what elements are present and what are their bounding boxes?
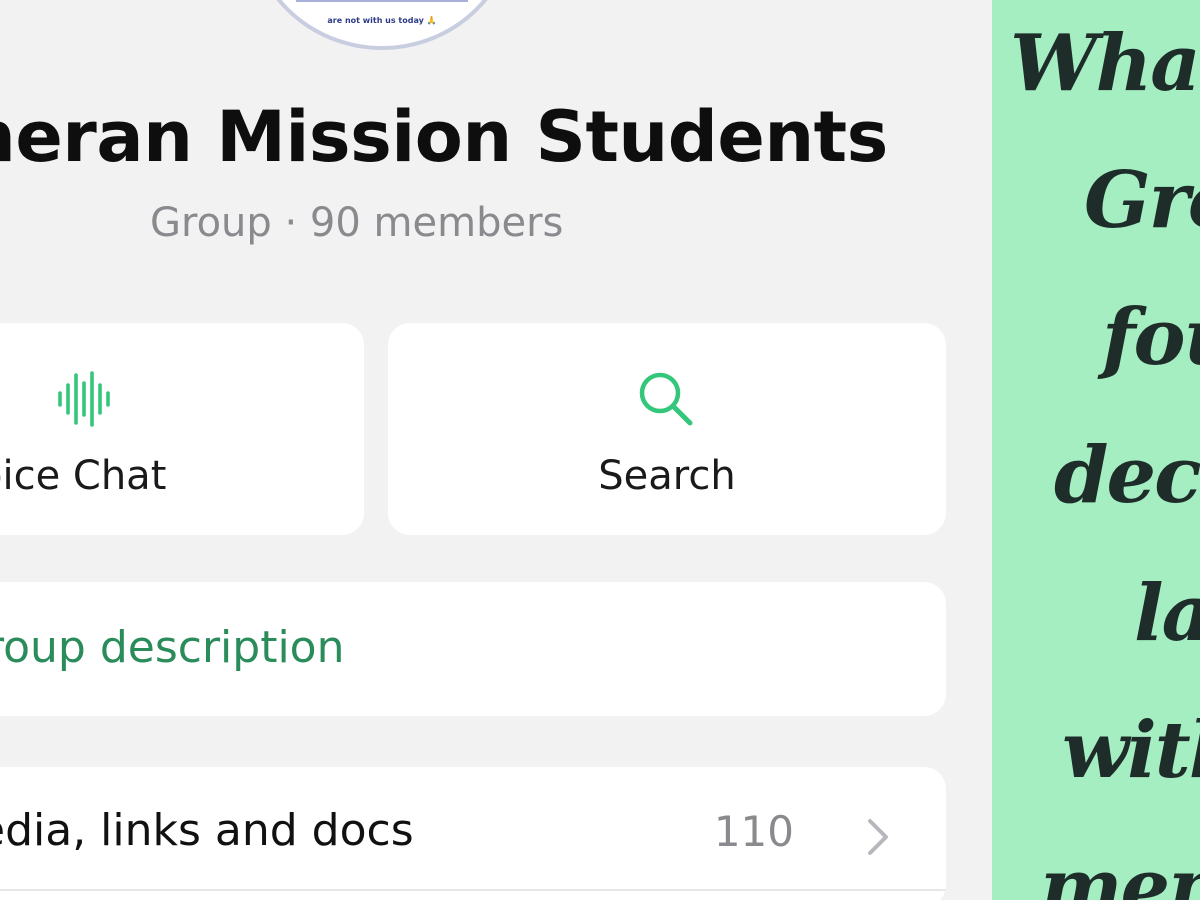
avatar-caption: are not with us today 🙏	[327, 16, 437, 25]
waveform-icon	[56, 369, 112, 433]
row-divider	[0, 889, 946, 891]
group-description-row[interactable]: roup description	[0, 582, 946, 716]
chevron-right-icon	[866, 817, 890, 861]
banner-text-line: with	[1062, 705, 1200, 796]
group-info-screen: are not with us today 🙏 heran Mission St…	[0, 0, 992, 900]
voice-chat-button[interactable]: oice Chat	[0, 323, 364, 535]
promo-banner: What Gro fou deca lat with mem	[992, 0, 1200, 900]
media-links-docs-label: edia, links and docs	[0, 805, 414, 856]
magnifier-icon	[636, 369, 696, 433]
banner-text-line: Gro	[1084, 155, 1200, 246]
group-avatar[interactable]: are not with us today 🙏	[248, 0, 516, 50]
media-links-docs-row[interactable]: edia, links and docs 110	[0, 767, 946, 900]
media-count: 110	[713, 807, 794, 856]
group-meta: Group · 90 members	[150, 200, 564, 246]
group-description-label: roup description	[0, 622, 345, 673]
voice-chat-label: oice Chat	[0, 453, 167, 499]
banner-text-line: mem	[1040, 842, 1200, 900]
banner-text-line: fou	[1102, 292, 1200, 383]
banner-text-line: deca	[1054, 430, 1200, 521]
search-label: Search	[598, 453, 736, 499]
avatar-caption-line	[296, 0, 468, 10]
group-name: heran Mission Students	[0, 96, 888, 178]
search-button[interactable]: Search	[388, 323, 946, 535]
banner-text-line: What	[1010, 18, 1200, 109]
banner-text-line: lat	[1134, 568, 1200, 659]
